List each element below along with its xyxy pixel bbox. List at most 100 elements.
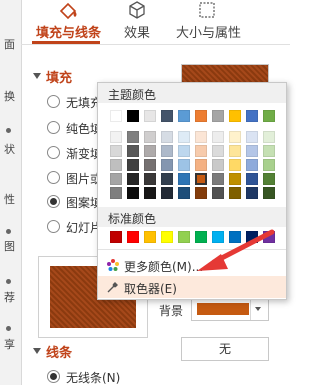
theme-shade-swatch[interactable]: [178, 159, 190, 171]
theme-shade-swatch[interactable]: [161, 131, 173, 143]
theme-shade-swatch[interactable]: [178, 187, 190, 199]
theme-color-swatch[interactable]: [178, 110, 190, 122]
standard-color-swatch[interactable]: [161, 231, 173, 243]
theme-shade-swatch[interactable]: [212, 187, 224, 199]
sidebar-char[interactable]: 性: [4, 191, 15, 207]
theme-shade-swatch[interactable]: [110, 187, 122, 199]
theme-shade-swatch[interactable]: [246, 187, 258, 199]
standard-color-swatch[interactable]: [144, 231, 156, 243]
theme-shade-swatch[interactable]: [178, 131, 190, 143]
theme-shade-swatch[interactable]: [229, 159, 241, 171]
theme-color-swatch[interactable]: [212, 110, 224, 122]
bullet-dot: [6, 279, 11, 284]
theme-color-swatch[interactable]: [127, 110, 139, 122]
theme-shade-swatch[interactable]: [195, 173, 207, 185]
theme-shade-swatch[interactable]: [263, 145, 275, 157]
radio-solid-fill[interactable]: [47, 121, 60, 134]
sidebar-char[interactable]: 享: [4, 336, 15, 352]
theme-shade-swatch[interactable]: [246, 145, 258, 157]
sidebar-char[interactable]: 图: [4, 238, 15, 254]
theme-shade-swatch[interactable]: [195, 131, 207, 143]
theme-shade-swatch[interactable]: [161, 159, 173, 171]
standard-color-swatch[interactable]: [229, 231, 241, 243]
theme-shade-swatch[interactable]: [195, 187, 207, 199]
theme-shade-swatch[interactable]: [110, 159, 122, 171]
theme-color-swatch[interactable]: [161, 110, 173, 122]
tab-effects[interactable]: 效果: [124, 22, 150, 41]
theme-shade-swatch[interactable]: [263, 131, 275, 143]
radio-no-fill[interactable]: [47, 95, 60, 108]
theme-shade-swatch[interactable]: [161, 173, 173, 185]
theme-shade-swatch[interactable]: [127, 159, 139, 171]
theme-shade-swatch[interactable]: [110, 145, 122, 157]
radio-picture-fill[interactable]: [47, 171, 60, 184]
theme-shade-swatch[interactable]: [212, 145, 224, 157]
sidebar-char[interactable]: 面: [4, 36, 15, 52]
theme-shade-swatch[interactable]: [263, 187, 275, 199]
theme-shade-swatch[interactable]: [144, 173, 156, 185]
theme-shade-swatch[interactable]: [263, 159, 275, 171]
sidebar-char[interactable]: 荐: [4, 289, 15, 305]
theme-shade-swatch[interactable]: [110, 173, 122, 185]
theme-shade-swatch[interactable]: [229, 187, 241, 199]
more-colors-menu-item[interactable]: 更多颜色(M)...: [98, 254, 286, 276]
collapse-triangle-icon[interactable]: [33, 348, 41, 354]
standard-color-swatch[interactable]: [263, 231, 275, 243]
standard-color-swatch[interactable]: [195, 231, 207, 243]
theme-shade-swatch[interactable]: [195, 145, 207, 157]
standard-color-swatch[interactable]: [178, 231, 190, 243]
theme-shade-swatch[interactable]: [161, 145, 173, 157]
standard-color-swatch[interactable]: [110, 231, 122, 243]
theme-shade-swatch[interactable]: [246, 173, 258, 185]
theme-colors-title: 主题颜色: [108, 88, 157, 102]
theme-shade-swatch[interactable]: [144, 131, 156, 143]
theme-shade-swatch[interactable]: [229, 173, 241, 185]
theme-shade-swatch[interactable]: [110, 131, 122, 143]
collapse-triangle-icon[interactable]: [33, 73, 41, 79]
theme-color-swatch[interactable]: [144, 110, 156, 122]
theme-color-swatch[interactable]: [195, 110, 207, 122]
bullet-dot: [6, 229, 11, 234]
sidebar-char[interactable]: 换: [4, 88, 15, 104]
sidebar-char[interactable]: 状: [4, 141, 15, 157]
theme-shade-swatch[interactable]: [178, 145, 190, 157]
theme-shade-swatch[interactable]: [127, 131, 139, 143]
background-color-dropdown[interactable]: [191, 297, 269, 321]
line-type-dropdown[interactable]: 无: [181, 337, 269, 361]
standard-color-swatch[interactable]: [212, 231, 224, 243]
theme-shade-swatch[interactable]: [246, 131, 258, 143]
theme-color-swatch[interactable]: [246, 110, 258, 122]
theme-shade-swatch[interactable]: [263, 173, 275, 185]
standard-color-swatch[interactable]: [246, 231, 258, 243]
theme-shade-swatch[interactable]: [178, 173, 190, 185]
theme-shade-swatch[interactable]: [246, 159, 258, 171]
theme-shade-swatch[interactable]: [195, 159, 207, 171]
theme-color-swatch[interactable]: [110, 110, 122, 122]
radio-no-line[interactable]: [47, 370, 60, 383]
radio-gradient-fill[interactable]: [47, 146, 60, 159]
eyedropper-menu-item[interactable]: 取色器(E): [98, 276, 286, 298]
standard-color-swatch[interactable]: [127, 231, 139, 243]
theme-shade-swatch[interactable]: [212, 131, 224, 143]
radio-pattern-fill[interactable]: [47, 195, 60, 208]
theme-shade-swatch[interactable]: [212, 173, 224, 185]
radio-slide-background[interactable]: [47, 220, 60, 233]
tabs-divider: [21, 44, 290, 45]
theme-shade-swatch[interactable]: [144, 145, 156, 157]
theme-shade-swatch[interactable]: [161, 187, 173, 199]
theme-shade-swatch[interactable]: [127, 173, 139, 185]
theme-shade-swatch[interactable]: [144, 159, 156, 171]
menu-divider: [98, 249, 286, 250]
theme-color-swatch[interactable]: [229, 110, 241, 122]
theme-shade-swatch[interactable]: [144, 187, 156, 199]
theme-shade-swatch[interactable]: [127, 145, 139, 157]
theme-shade-swatch[interactable]: [229, 131, 241, 143]
tab-size-and-properties[interactable]: 大小与属性: [176, 22, 241, 41]
theme-colors-header: 主题颜色: [98, 83, 286, 103]
theme-shade-swatch[interactable]: [127, 187, 139, 199]
standard-colors-title: 标准颜色: [108, 212, 157, 226]
tab-fill-and-line[interactable]: 填充与线条: [36, 22, 101, 41]
theme-shade-swatch[interactable]: [229, 145, 241, 157]
theme-color-swatch[interactable]: [263, 110, 275, 122]
theme-shade-swatch[interactable]: [212, 159, 224, 171]
